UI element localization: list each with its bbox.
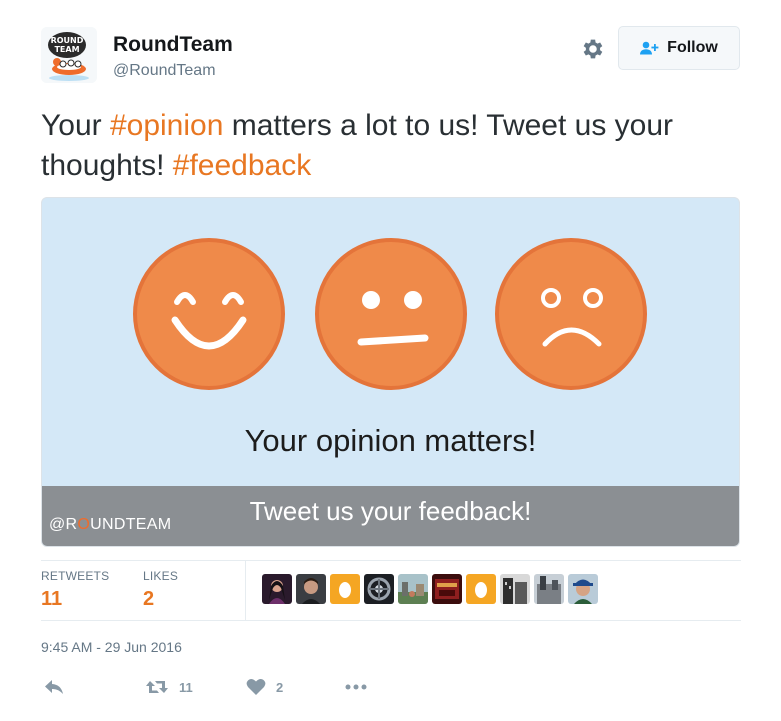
media-brand: @ROUNDTEAM: [49, 516, 172, 533]
account-handle[interactable]: @RoundTeam: [113, 62, 216, 80]
liker-avatar[interactable]: [432, 574, 462, 604]
more-button[interactable]: [344, 678, 368, 696]
liker-avatars: [262, 574, 598, 604]
retweets-count[interactable]: 11: [41, 588, 62, 611]
heart-icon: [246, 679, 266, 695]
retweet-count: 11: [179, 679, 193, 695]
svg-text:ROUND: ROUND: [51, 36, 84, 45]
svg-text:TEAM: TEAM: [54, 45, 79, 54]
sad-face-icon: [495, 238, 647, 390]
egg-avatar[interactable]: [466, 574, 496, 604]
add-person-icon: [640, 41, 659, 55]
retweet-button[interactable]: 11: [145, 678, 193, 696]
divider: [245, 561, 246, 620]
neutral-face-icon: [315, 238, 467, 390]
hashtag-feedback[interactable]: #feedback: [173, 149, 311, 182]
more-icon: [345, 684, 367, 690]
liker-avatar[interactable]: [296, 574, 326, 604]
like-button[interactable]: 2: [246, 678, 283, 696]
roundteam-logo-icon: ROUND TEAM: [41, 27, 97, 83]
liker-avatar[interactable]: [568, 574, 598, 604]
retweets-label: RETWEETS: [41, 569, 110, 583]
tweet-text-part: Your: [41, 109, 110, 142]
account-name[interactable]: RoundTeam: [113, 33, 233, 57]
tweet-timestamp[interactable]: 9:45 AM - 29 Jun 2016: [41, 639, 182, 655]
divider: [41, 620, 741, 621]
retweet-icon: [146, 681, 168, 693]
likes-label: LIKES: [143, 569, 179, 583]
happy-face-icon: [133, 238, 285, 390]
reply-button[interactable]: [43, 678, 65, 696]
liker-avatar[interactable]: [398, 574, 428, 604]
likes-count[interactable]: 2: [143, 588, 154, 611]
reply-icon: [45, 680, 63, 694]
divider: [41, 560, 741, 561]
tweet-text: Your #opinion matters a lot to us! Tweet…: [41, 106, 741, 186]
egg-avatar[interactable]: [330, 574, 360, 604]
avatar[interactable]: ROUND TEAM: [41, 27, 97, 83]
like-count: 2: [276, 679, 284, 695]
media-title: Your opinion matters!: [244, 423, 537, 458]
tweet-media-image[interactable]: Your opinion matters! Tweet us your feed…: [41, 197, 740, 547]
follow-button[interactable]: Follow: [618, 26, 740, 70]
liker-avatar[interactable]: [534, 574, 564, 604]
hashtag-opinion[interactable]: #opinion: [110, 109, 223, 142]
liker-avatar[interactable]: [262, 574, 292, 604]
liker-avatar[interactable]: [500, 574, 530, 604]
media-footer-bar: Tweet us your feedback! @ROUNDTEAM: [42, 486, 739, 546]
follow-label: Follow: [667, 39, 718, 56]
gear-icon[interactable]: [579, 36, 605, 62]
liker-avatar[interactable]: [364, 574, 394, 604]
